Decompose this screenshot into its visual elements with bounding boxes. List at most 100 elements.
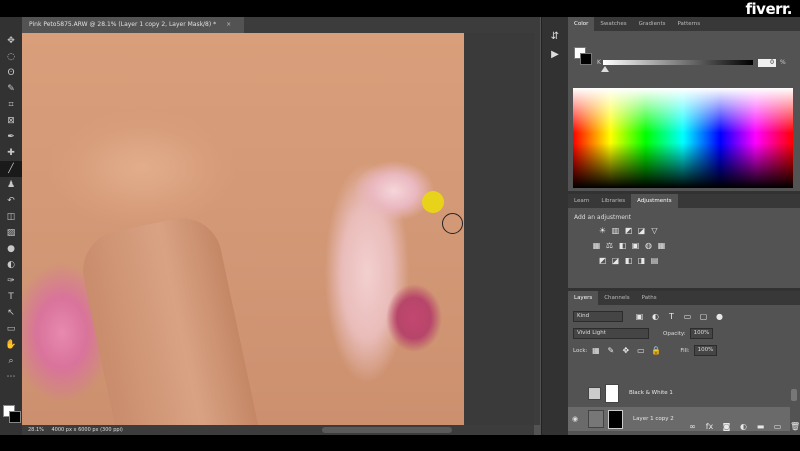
eraser-icon[interactable]: ◫ [0, 209, 22, 225]
marquee-icon[interactable]: ◌ [0, 49, 22, 65]
lasso-icon[interactable]: ʘ [0, 65, 22, 81]
tab-swatches[interactable]: Swatches [594, 17, 632, 31]
adjustment-c-3-icon[interactable]: ◧ [624, 256, 633, 265]
tab-paths[interactable]: Paths [636, 291, 663, 305]
layer-filter-6-icon[interactable]: ● [715, 312, 724, 321]
tab-channels[interactable]: Channels [598, 291, 635, 305]
crop-icon[interactable]: ⌗ [0, 97, 22, 113]
layer-filter-4-icon[interactable]: ▭ [683, 312, 692, 321]
lock-1-icon[interactable]: ▦ [591, 346, 600, 355]
layer-filter-3-icon[interactable]: T [667, 312, 676, 321]
lock-2-icon[interactable]: ✎ [606, 346, 615, 355]
path-select-icon[interactable]: ↖ [0, 305, 22, 321]
tab-color[interactable]: Color [568, 17, 595, 31]
background-color-swatch[interactable] [580, 53, 592, 65]
tool-color-chips[interactable] [3, 405, 21, 423]
canvas-area[interactable] [22, 33, 534, 425]
adjustment-a-3-icon[interactable]: ◩ [624, 226, 633, 235]
tab-learn[interactable]: Learn [568, 194, 595, 208]
brush-icon[interactable]: ╱ [0, 161, 22, 177]
layer-footer-6-icon[interactable]: ▭ [773, 422, 782, 431]
quick-select-icon[interactable]: ✎ [0, 81, 22, 97]
adjustment-b-1-icon[interactable]: ▦ [592, 241, 601, 250]
blur-icon[interactable]: ● [0, 241, 22, 257]
vertical-scrollbar[interactable] [534, 33, 540, 425]
layers-scroll-thumb[interactable] [791, 389, 797, 401]
layer-mask-thumbnail[interactable] [608, 409, 623, 429]
slider-handle-icon[interactable] [601, 66, 609, 72]
scroll-thumb[interactable] [322, 427, 452, 433]
blend-mode-select[interactable]: Vivid Light [573, 328, 649, 339]
adjustment-a-5-icon[interactable]: ▽ [650, 226, 659, 235]
tab-layers[interactable]: Layers [568, 291, 599, 305]
zoom-level[interactable]: 28.1% [28, 427, 44, 433]
canvas-image[interactable] [22, 33, 464, 425]
tab-gradients[interactable]: Gradients [633, 17, 672, 31]
adjustment-a-4-icon[interactable]: ◪ [637, 226, 646, 235]
layer-filter-5-icon[interactable]: ▢ [699, 312, 708, 321]
more-icon[interactable]: ⋯ [0, 369, 22, 385]
background-chip[interactable] [9, 411, 21, 423]
hand-icon[interactable]: ✋ [0, 337, 22, 353]
layer-footer-2-icon[interactable]: fx [705, 422, 714, 431]
layer-name[interactable]: Layer 1 copy 2 [633, 416, 674, 422]
fill-input[interactable]: 100% [693, 345, 718, 356]
pen-icon[interactable]: ✑ [0, 273, 22, 289]
shape-icon[interactable]: ▭ [0, 321, 22, 337]
adjustment-b-3-icon[interactable]: ◧ [618, 241, 627, 250]
close-tab-icon[interactable]: × [226, 21, 231, 28]
layer-filter-1-icon[interactable]: ▣ [635, 312, 644, 321]
layer-footer-1-icon[interactable]: ∞ [688, 422, 697, 431]
mask-thumbnail[interactable] [605, 383, 619, 403]
layer-filter-2-icon[interactable]: ◐ [651, 312, 660, 321]
fiverr-logo: fiverr. [745, 0, 793, 18]
layer-footer-3-icon[interactable]: ◙ [722, 422, 731, 431]
healing-icon[interactable]: ✚ [0, 145, 22, 161]
adjustment-a-1-icon[interactable]: ☀ [598, 226, 607, 235]
layer-footer-5-icon[interactable]: ▬ [756, 422, 765, 431]
tab-patterns[interactable]: Patterns [671, 17, 706, 31]
history-icon[interactable]: ⇵ [542, 27, 568, 45]
stamp-icon[interactable]: ♟ [0, 177, 22, 193]
adjustment-c-2-icon[interactable]: ◪ [611, 256, 620, 265]
document-tab-title: Pink Peto5875.ARW @ 28.1% (Layer 1 copy … [29, 21, 217, 28]
adjustment-c-1-icon[interactable]: ◩ [598, 256, 607, 265]
layer-thumbnail [588, 410, 604, 428]
adjustment-b-6-icon[interactable]: ▦ [657, 241, 666, 250]
adjustment-c-5-icon[interactable]: ▤ [650, 256, 659, 265]
lock-4-icon[interactable]: ▭ [636, 346, 645, 355]
layer-footer-7-icon[interactable]: 🗑 [790, 422, 800, 431]
lock-3-icon[interactable]: ✥ [621, 346, 630, 355]
eyedropper-icon[interactable]: ✒ [0, 129, 22, 145]
filter-kind-select[interactable]: Kind [573, 311, 623, 322]
adjustment-b-2-icon[interactable]: ⚖ [605, 241, 614, 250]
actions-play-icon[interactable]: ▶ [542, 45, 568, 63]
color-spectrum[interactable] [573, 88, 793, 188]
visibility-eye-icon[interactable]: ◉ [568, 415, 582, 423]
adjustment-a-2-icon[interactable]: ▥ [611, 226, 620, 235]
tab-libraries[interactable]: Libraries [595, 194, 631, 208]
adjustment-b-5-icon[interactable]: ◍ [644, 241, 653, 250]
opacity-input[interactable]: 100% [689, 328, 714, 339]
adjustment-b-4-icon[interactable]: ▣ [631, 241, 640, 250]
layer-footer-4-icon[interactable]: ◐ [739, 422, 748, 431]
lock-label: Lock: [573, 347, 588, 354]
layer-name[interactable]: Black & White 1 [629, 390, 673, 396]
document-tab[interactable]: Pink Peto5875.ARW @ 28.1% (Layer 1 copy … [22, 17, 244, 33]
frame-icon[interactable]: ⊠ [0, 113, 22, 129]
k-value-input[interactable]: 0 [758, 59, 776, 67]
lock-5-icon[interactable]: 🔒 [651, 346, 661, 355]
photoshop-window: ✥ ◌ ʘ ✎ ⌗ ⊠ ✒ ✚ ╱ ♟ ↶ ◫ ▨ ● ◐ ✑ T ↖ ▭ ✋ ⌕ ⋯ Pink Peto5875.ARW… [0, 17, 800, 435]
zoom-icon[interactable]: ⌕ [0, 353, 22, 369]
dodge-icon[interactable]: ◐ [0, 257, 22, 273]
k-slider[interactable] [603, 60, 753, 65]
move-icon[interactable]: ✥ [0, 33, 22, 49]
layers-footer: ∞ fx ◙ ◐ ▬ ▭ 🗑 [688, 422, 800, 431]
adjustment-hint: Add an adjustment [574, 214, 632, 221]
history-brush-icon[interactable]: ↶ [0, 193, 22, 209]
layer-row-black-white[interactable]: Black & White 1 [568, 381, 790, 405]
gradient-icon[interactable]: ▨ [0, 225, 22, 241]
adjustment-c-4-icon[interactable]: ◨ [637, 256, 646, 265]
tab-adjustments[interactable]: Adjustments [631, 194, 678, 208]
type-icon[interactable]: T [0, 289, 22, 305]
